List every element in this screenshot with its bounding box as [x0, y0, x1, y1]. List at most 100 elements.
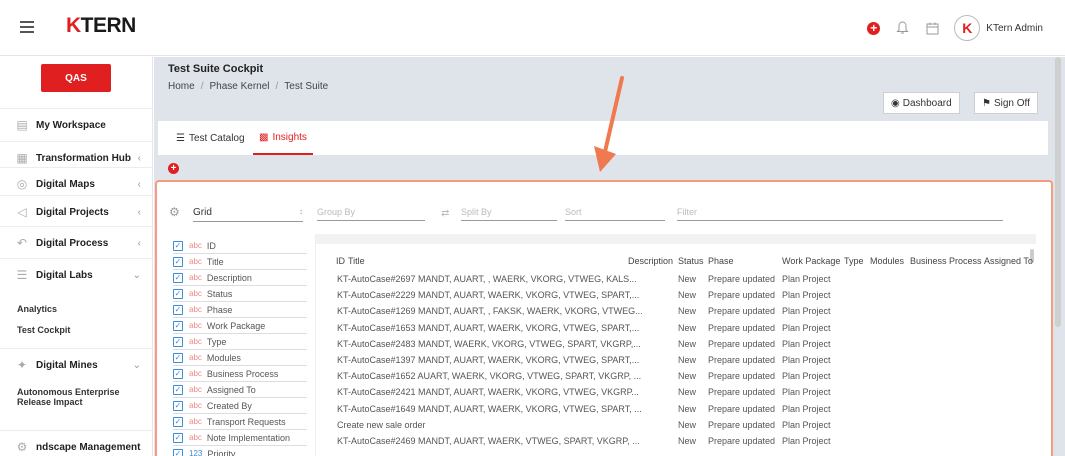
row-phase-cell: Prepare updated: [708, 274, 776, 284]
column-toggle-row[interactable]: ✓ 123 Priority: [173, 446, 307, 456]
column-toggle-row[interactable]: ✓ abc Note Implementation: [173, 430, 307, 446]
checkbox[interactable]: ✓: [173, 352, 183, 363]
column-toggle-row[interactable]: ✓ abc Modules: [173, 350, 307, 366]
checkbox[interactable]: ✓: [173, 272, 183, 283]
grid-column-header[interactable]: Description: [628, 256, 673, 266]
sort-field[interactable]: Sort: [565, 207, 665, 221]
gear-icon[interactable]: ⚙: [169, 205, 180, 219]
grid-column-header[interactable]: Work Package: [782, 256, 840, 266]
grid-column-header[interactable]: Business Process: [910, 256, 982, 266]
column-type-label: abc: [189, 369, 202, 378]
column-name-label: Work Package: [206, 320, 266, 331]
table-row[interactable]: KT-AutoCase#2421 MANDT, AUART, WAERK, VK…: [316, 384, 1036, 400]
split-by-field[interactable]: Split By: [461, 207, 557, 221]
sidebar-item-landscape-management[interactable]: ⚙ ndscape Management: [0, 430, 153, 456]
breadcrumb-home[interactable]: Home: [168, 81, 195, 92]
table-row[interactable]: KT-AutoCase#2229 MANDT, AUART, WAERK, VK…: [316, 287, 1036, 303]
checkbox[interactable]: ✓: [173, 336, 183, 347]
sidebar-item-digital-process[interactable]: ↶ Digital Process ‹: [0, 226, 153, 259]
sidebar-item-digital-projects[interactable]: ◁ Digital Projects ‹: [0, 195, 153, 228]
grid-column-header[interactable]: Phase: [708, 256, 734, 266]
row-title-cell: Create new sale order: [337, 419, 426, 430]
column-toggle-row[interactable]: ✓ abc Created By: [173, 398, 307, 414]
column-toggle-row[interactable]: ✓ abc Work Package: [173, 318, 307, 334]
table-row[interactable]: KT-AutoCase#2697 MANDT, AUART, , WAERK, …: [316, 271, 1036, 287]
checkbox[interactable]: ✓: [173, 304, 183, 315]
breadcrumb-phase-kernel[interactable]: Phase Kernel: [209, 81, 269, 92]
row-work-package-cell: Plan Project: [782, 419, 831, 430]
table-row[interactable]: KT-AutoCase#1649 MANDT, AUART, WAERK, VK…: [316, 401, 1036, 417]
hamburger-menu-icon[interactable]: [20, 21, 34, 33]
avatar[interactable]: K: [954, 15, 981, 41]
table-row[interactable]: KT-AutoCase#1652 AUART, WAERK, VKORG, VT…: [316, 368, 1036, 384]
ktern-logo[interactable]: KTERN: [66, 14, 136, 38]
data-grid: ID Title Description Status Phase Work Packag…: [315, 234, 1036, 456]
table-row[interactable]: KT-AutoCase#2469 MANDT, AUART, WAERK, VT…: [316, 433, 1036, 449]
table-row[interactable]: KT-AutoCase#1269 MANDT, AUART, , FAKSK, …: [316, 303, 1036, 319]
calendar-icon[interactable]: [924, 20, 940, 36]
swap-icon[interactable]: ⇄: [441, 208, 449, 219]
row-work-package-cell: Plan Project: [782, 371, 831, 382]
row-status-cell: New: [678, 371, 697, 382]
sidebar-subitem-analytics[interactable]: Analytics: [17, 304, 57, 314]
bell-icon[interactable]: [894, 20, 910, 36]
column-toggle-row[interactable]: ✓ abc Type: [173, 334, 307, 350]
table-row[interactable]: KT-AutoCase#1397 MANDT, AUART, WAERK, VK…: [316, 352, 1036, 368]
transformation-icon: ▦: [16, 151, 28, 165]
checkbox[interactable]: ✓: [173, 288, 183, 299]
checkbox[interactable]: ✓: [173, 448, 183, 456]
table-row[interactable]: Create new sale order New Prepare updated P…: [316, 417, 1036, 433]
grid-column-header[interactable]: Assigned To: [984, 256, 1033, 266]
tab-insights[interactable]: ▩ Insights: [253, 121, 313, 155]
column-toggle-row[interactable]: ✓ abc Transport Requests: [173, 414, 307, 430]
sign-off-button[interactable]: ⚑ Sign Off: [974, 92, 1038, 114]
row-phase-cell: Prepare updated: [708, 419, 776, 430]
checkbox[interactable]: ✓: [173, 256, 183, 267]
grid-column-header[interactable]: Type: [844, 256, 864, 266]
row-title-cell: KT-AutoCase#1397 MANDT, AUART, WAERK, VK…: [337, 355, 640, 365]
column-toggle-row[interactable]: ✓ abc Phase: [173, 302, 307, 318]
view-type-select[interactable]: Grid ↕: [193, 207, 303, 222]
column-toggle-row[interactable]: ✓ abc Description: [173, 270, 307, 286]
tab-test-catalog[interactable]: ☰ Test Catalog: [176, 121, 245, 155]
row-work-package-cell: Plan Project: [782, 274, 831, 284]
column-toggle-row[interactable]: ✓ abc Status: [173, 286, 307, 302]
row-title-cell: KT-AutoCase#1269 MANDT, AUART, , FAKSK, …: [337, 306, 643, 317]
username[interactable]: KTern Admin: [986, 23, 1043, 34]
row-title-cell: KT-AutoCase#1649 MANDT, AUART, WAERK, VK…: [337, 403, 642, 414]
group-by-field[interactable]: Group By: [317, 207, 425, 221]
plus-icon[interactable]: +: [867, 21, 881, 35]
column-toggle-row[interactable]: ✓ abc Business Process: [173, 366, 307, 382]
sidebar-subitem-autonomous-release[interactable]: Autonomous Enterprise Release Impact: [17, 387, 127, 407]
column-chooser: ✓ abc ID ✓ abc Title ✓ abc Description ✓ abc Status…: [173, 238, 307, 456]
environment-badge[interactable]: QAS: [41, 64, 111, 92]
column-toggle-row[interactable]: ✓ abc Assigned To: [173, 382, 307, 398]
sidebar-item-digital-labs[interactable]: ☰ Digital Labs ⌄: [0, 258, 153, 291]
checkbox[interactable]: ✓: [173, 416, 183, 427]
page-scrollbar[interactable]: [1055, 57, 1061, 327]
add-insight-icon[interactable]: +: [168, 163, 179, 174]
checkbox[interactable]: ✓: [173, 384, 183, 395]
sidebar-item-digital-mines[interactable]: ✦ Digital Mines ⌄: [0, 348, 153, 381]
table-row[interactable]: KT-AutoCase#1653 MANDT, AUART, WAERK, VK…: [316, 320, 1036, 336]
checkbox[interactable]: ✓: [173, 368, 183, 379]
breadcrumb-test-suite[interactable]: Test Suite: [284, 81, 328, 92]
grid-column-header[interactable]: Modules: [870, 256, 904, 266]
sidebar-item-my-workspace[interactable]: ▤ My Workspace: [0, 108, 153, 141]
row-work-package-cell: Plan Project: [782, 306, 831, 317]
row-title-cell: KT-AutoCase#2421 MANDT, AUART, WAERK, VK…: [337, 387, 639, 398]
checkbox[interactable]: ✓: [173, 320, 183, 331]
column-toggle-row[interactable]: ✓ abc Title: [173, 254, 307, 270]
column-name-label: Note Implementation: [206, 432, 290, 443]
grid-column-header[interactable]: ID: [336, 256, 345, 266]
checkbox[interactable]: ✓: [173, 240, 183, 251]
checkbox[interactable]: ✓: [173, 432, 183, 443]
sidebar-subitem-test-cockpit[interactable]: Test Cockpit: [17, 325, 70, 335]
dashboard-button[interactable]: ◉ Dashboard: [883, 92, 960, 114]
filter-field[interactable]: Filter: [677, 207, 1003, 221]
grid-column-header[interactable]: Title: [348, 256, 365, 266]
column-toggle-row[interactable]: ✓ abc ID: [173, 238, 307, 254]
grid-column-header[interactable]: Status: [678, 256, 704, 266]
checkbox[interactable]: ✓: [173, 400, 183, 411]
table-row[interactable]: KT-AutoCase#2483 MANDT, WAERK, VKORG, VT…: [316, 336, 1036, 352]
